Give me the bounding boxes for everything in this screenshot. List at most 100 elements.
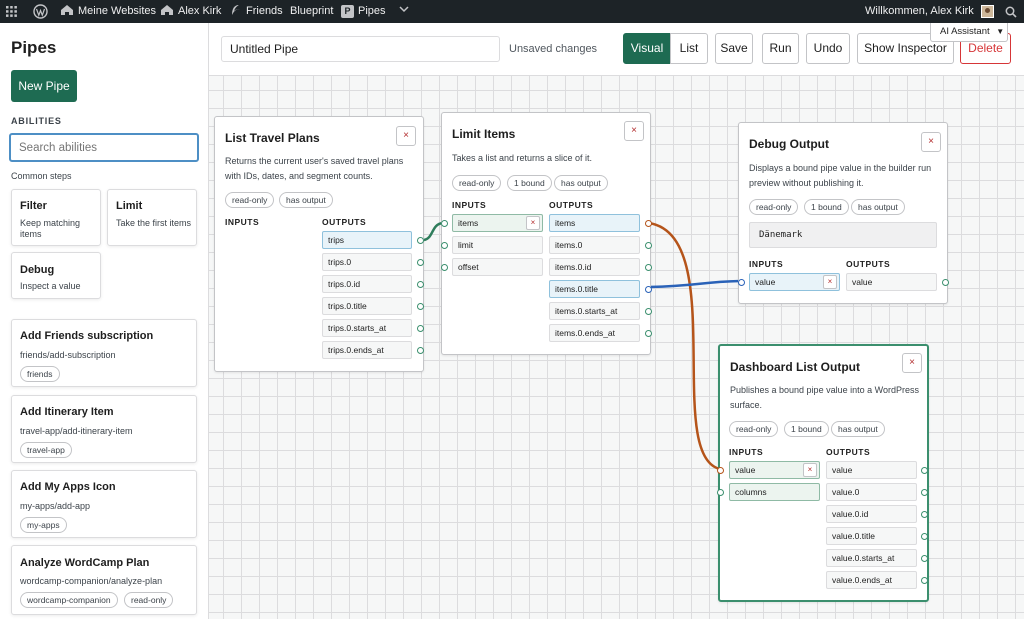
output-port[interactable]: items.0 xyxy=(549,236,640,254)
node-debug-output[interactable]: Debug Output × Displays a bound pipe val… xyxy=(738,122,949,304)
output-connector[interactable] xyxy=(645,220,652,227)
output-connector[interactable] xyxy=(417,325,424,332)
output-port[interactable]: items.0.starts_at xyxy=(549,302,640,320)
ability-card[interactable]: Analyze WordCamp Plan wordcamp-companion… xyxy=(11,545,197,615)
pipe-canvas[interactable]: List Travel Plans × Returns the current … xyxy=(209,76,1024,619)
output-connector[interactable] xyxy=(921,467,928,474)
output-connector[interactable] xyxy=(417,259,424,266)
output-connector[interactable] xyxy=(921,577,928,584)
wire-title-to-debug-value[interactable] xyxy=(648,279,741,289)
input-connector[interactable] xyxy=(738,279,745,286)
wordpress-logo-icon[interactable] xyxy=(33,0,48,23)
friends-menu[interactable]: Friends xyxy=(230,0,283,23)
output-port[interactable]: items.0.id xyxy=(549,258,640,276)
output-port[interactable]: items.0.title xyxy=(549,280,640,298)
output-port[interactable]: trips xyxy=(322,231,412,249)
ability-card[interactable]: Add Itinerary Item travel-app/add-itiner… xyxy=(11,395,197,463)
apps-grid-icon[interactable] xyxy=(6,0,17,23)
node-title: Dashboard List Output xyxy=(730,360,860,374)
node-dashboard-list-output[interactable]: Dashboard List Output × Publishes a boun… xyxy=(717,344,929,602)
step-card-limit[interactable]: Limit Take the first items xyxy=(107,189,197,246)
step-title: Filter xyxy=(20,200,47,212)
output-port[interactable]: trips.0.ends_at xyxy=(322,341,412,359)
user-avatar[interactable] xyxy=(981,0,994,23)
output-port[interactable]: value xyxy=(826,461,917,479)
remove-node-button[interactable]: × xyxy=(396,126,416,146)
input-port-label: value xyxy=(735,465,756,475)
house-icon xyxy=(61,5,73,15)
pipe-name-input[interactable] xyxy=(221,36,500,62)
remove-node-button[interactable]: × xyxy=(921,132,941,152)
input-connector[interactable] xyxy=(441,242,448,249)
input-port[interactable]: offset xyxy=(452,258,543,276)
output-connector[interactable] xyxy=(921,533,928,540)
step-card-debug[interactable]: Debug Inspect a value xyxy=(11,252,101,299)
input-port[interactable]: value × xyxy=(729,461,820,479)
input-port[interactable]: items × xyxy=(452,214,543,232)
welcome-user[interactable]: Willkommen, Alex Kirk xyxy=(865,0,974,23)
input-port[interactable]: value × xyxy=(749,273,840,291)
ai-assistant-toggle[interactable]: AI Assistant ▼ xyxy=(930,23,1008,42)
output-connector[interactable] xyxy=(942,279,949,286)
output-port[interactable]: items.0.ends_at xyxy=(549,324,640,342)
output-port[interactable]: value.0.ends_at xyxy=(826,571,917,589)
view-list-toggle[interactable]: List xyxy=(670,33,708,64)
output-port[interactable]: trips.0 xyxy=(322,253,412,271)
input-connector[interactable] xyxy=(717,489,724,496)
search-abilities-input[interactable] xyxy=(9,133,199,162)
ability-card[interactable]: Add My Apps Icon my-apps/add-app my-apps xyxy=(11,470,197,538)
input-port-label: items xyxy=(458,218,479,228)
output-port[interactable]: value.0.starts_at xyxy=(826,549,917,567)
output-connector[interactable] xyxy=(921,489,928,496)
tag-chip: read-only xyxy=(749,199,799,215)
new-pipe-button[interactable]: New Pipe xyxy=(11,70,77,102)
remove-node-button[interactable]: × xyxy=(624,121,644,141)
pipes-menu[interactable]: P Pipes xyxy=(341,0,409,23)
node-limit-items[interactable]: Limit Items × Takes a list and returns a… xyxy=(441,112,652,355)
output-port[interactable]: value.0 xyxy=(826,483,917,501)
unbind-button[interactable]: × xyxy=(526,216,540,230)
site-menu[interactable]: Alex Kirk xyxy=(160,0,221,23)
output-connector[interactable] xyxy=(921,511,928,518)
save-button[interactable]: Save xyxy=(715,33,753,64)
output-port[interactable]: value.0.title xyxy=(826,527,917,545)
input-connector[interactable] xyxy=(441,264,448,271)
view-visual-toggle[interactable]: Visual xyxy=(623,33,671,64)
output-connector[interactable] xyxy=(645,330,652,337)
ability-card[interactable]: Add Friends subscription friends/add-sub… xyxy=(11,319,197,387)
input-connector[interactable] xyxy=(717,467,724,474)
output-connector[interactable] xyxy=(417,281,424,288)
node-list-travel-plans[interactable]: List Travel Plans × Returns the current … xyxy=(214,116,424,372)
output-port[interactable]: trips.0.title xyxy=(322,297,412,315)
output-connector[interactable] xyxy=(645,308,652,315)
unbind-button[interactable]: × xyxy=(823,275,837,289)
step-title: Debug xyxy=(20,264,55,276)
blueprint-menu[interactable]: Blueprint xyxy=(290,0,333,23)
ability-slug: wordcamp-companion/analyze-plan xyxy=(20,576,163,586)
output-port[interactable]: value xyxy=(846,273,937,291)
undo-button[interactable]: Undo xyxy=(806,33,850,64)
my-sites-menu[interactable]: Meine Websites xyxy=(60,0,156,23)
remove-node-button[interactable]: × xyxy=(902,353,922,373)
output-connector[interactable] xyxy=(417,237,424,244)
wire-items-to-value[interactable] xyxy=(648,221,721,471)
output-port[interactable]: trips.0.starts_at xyxy=(322,319,412,337)
output-port[interactable]: value.0.id xyxy=(826,505,917,523)
input-connector[interactable] xyxy=(441,220,448,227)
output-connector[interactable] xyxy=(921,555,928,562)
search-icon[interactable] xyxy=(1005,0,1017,23)
run-button[interactable]: Run xyxy=(762,33,799,64)
output-connector[interactable] xyxy=(417,347,424,354)
output-connector[interactable] xyxy=(645,242,652,249)
input-port[interactable]: columns xyxy=(729,483,820,501)
inputs-heading: INPUTS xyxy=(749,259,784,269)
output-port[interactable]: trips.0.id xyxy=(322,275,412,293)
input-port[interactable]: limit xyxy=(452,236,543,254)
output-port[interactable]: items xyxy=(549,214,640,232)
output-connector[interactable] xyxy=(417,303,424,310)
step-desc: Keep matching items xyxy=(20,218,81,239)
unbind-button[interactable]: × xyxy=(803,463,817,477)
output-connector[interactable] xyxy=(645,286,652,293)
step-card-filter[interactable]: Filter Keep matching items xyxy=(11,189,101,246)
output-connector[interactable] xyxy=(645,264,652,271)
